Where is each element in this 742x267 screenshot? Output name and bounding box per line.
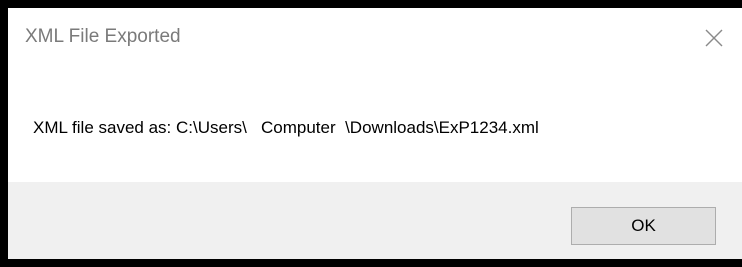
close-icon [705,29,723,47]
ok-button[interactable]: OK [571,207,716,245]
dialog-title: XML File Exported [25,26,181,47]
dialog-message: XML file saved as: C:\Users\ Computer \D… [33,118,539,137]
close-button[interactable] [694,18,734,58]
dialog-footer: OK [8,182,742,259]
dialog-window: XML File Exported XML file saved as: C:\… [8,8,742,259]
title-bar: XML File Exported [8,8,742,66]
